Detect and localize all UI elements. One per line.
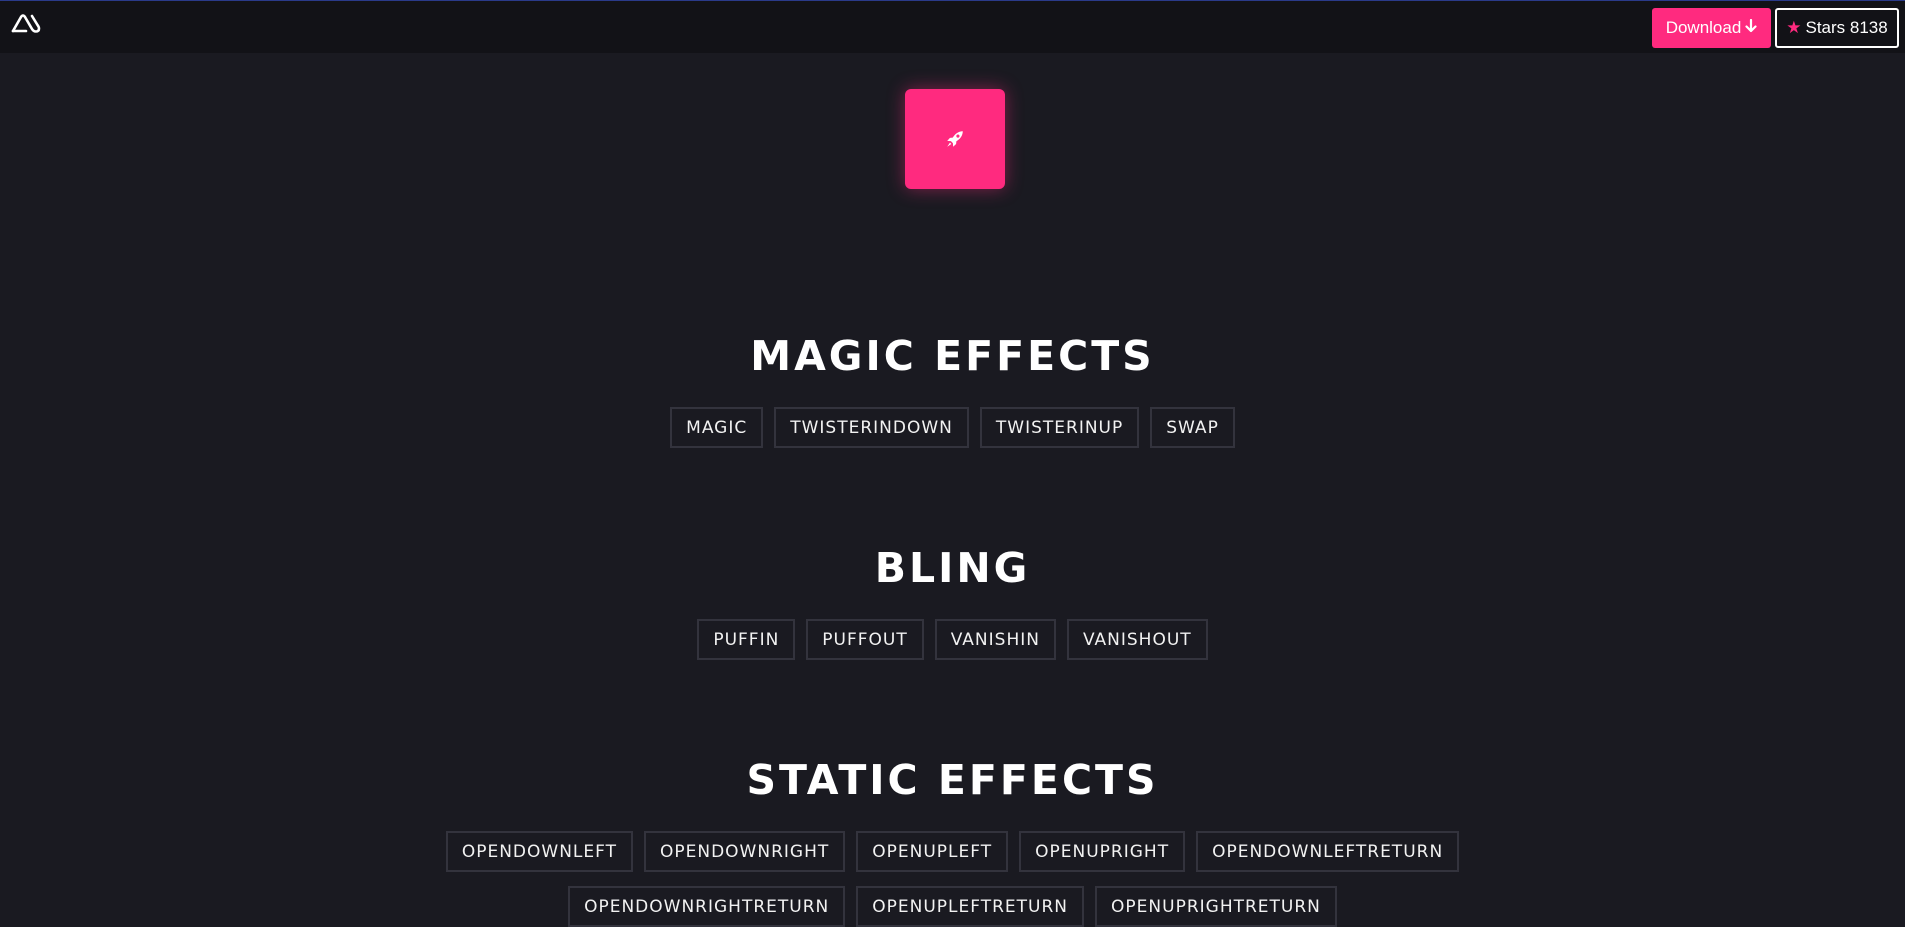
section-magic-effects: MAGIC EFFECTS MAGIC TWISTERINDOWN TWISTE… [0,336,1905,448]
section-bling: BLING PUFFIN PUFFOUT VANISHIN VANISHOUT [0,548,1905,660]
effect-button-twisterinup[interactable]: TWISTERINUP [979,407,1140,448]
bling-buttons: PUFFIN PUFFOUT VANISHIN VANISHOUT [0,619,1905,660]
section-static-effects: STATIC EFFECTS OPENDOWNLEFT OPENDOWNRIGH… [0,760,1905,927]
magic-effects-buttons: MAGIC TWISTERINDOWN TWISTERINUP SWAP [0,407,1905,448]
logo-icon[interactable] [10,11,42,35]
effect-button-opendownleftreturn[interactable]: OPENDOWNLEFTRETURN [1196,831,1460,872]
effect-button-swap[interactable]: SWAP [1150,407,1235,448]
effect-button-opendownright[interactable]: OPENDOWNRIGHT [644,831,846,872]
effect-button-opendownrightreturn[interactable]: OPENDOWNRIGHTRETURN [568,886,846,927]
download-label: Download [1665,18,1742,37]
effect-button-openuprightreturn[interactable]: OPENUPRIGHTRETURN [1095,886,1337,927]
star-icon: ★ [1786,18,1802,37]
static-effects-buttons-row-1: OPENDOWNLEFT OPENDOWNRIGHT OPENUPLEFT OP… [0,831,1905,872]
arrow-down-icon [1745,18,1757,37]
top-navbar: Download ★ Stars 8138 [0,0,1905,53]
effect-button-opendownleft[interactable]: OPENDOWNLEFT [445,831,633,872]
stars-label: Stars 8138 [1805,18,1888,37]
effect-button-magic[interactable]: MAGIC [670,407,764,448]
section-title-static-effects: STATIC EFFECTS [746,756,1159,804]
effect-button-vanishout[interactable]: VANISHOUT [1066,619,1208,660]
section-title-magic-effects: MAGIC EFFECTS [750,332,1155,380]
effect-button-openupleftreturn[interactable]: OPENUPLEFTRETURN [856,886,1085,927]
section-title-bling: BLING [874,544,1031,592]
effect-button-openupleft[interactable]: OPENUPLEFT [856,831,1009,872]
static-effects-buttons-row-2: OPENDOWNRIGHTRETURN OPENUPLEFTRETURN OPE… [0,886,1905,927]
animation-demo-box [905,89,1005,189]
github-stars-button[interactable]: ★ Stars 8138 [1775,8,1899,48]
effect-button-twisterindown[interactable]: TWISTERINDOWN [774,407,969,448]
effect-button-puffin[interactable]: PUFFIN [697,619,796,660]
effect-button-vanishin[interactable]: VANISHIN [934,619,1056,660]
effect-button-openupright[interactable]: OPENUPRIGHT [1019,831,1186,872]
download-button[interactable]: Download [1652,8,1771,48]
effect-button-puffout[interactable]: PUFFOUT [806,619,924,660]
rocket-icon [947,131,963,147]
